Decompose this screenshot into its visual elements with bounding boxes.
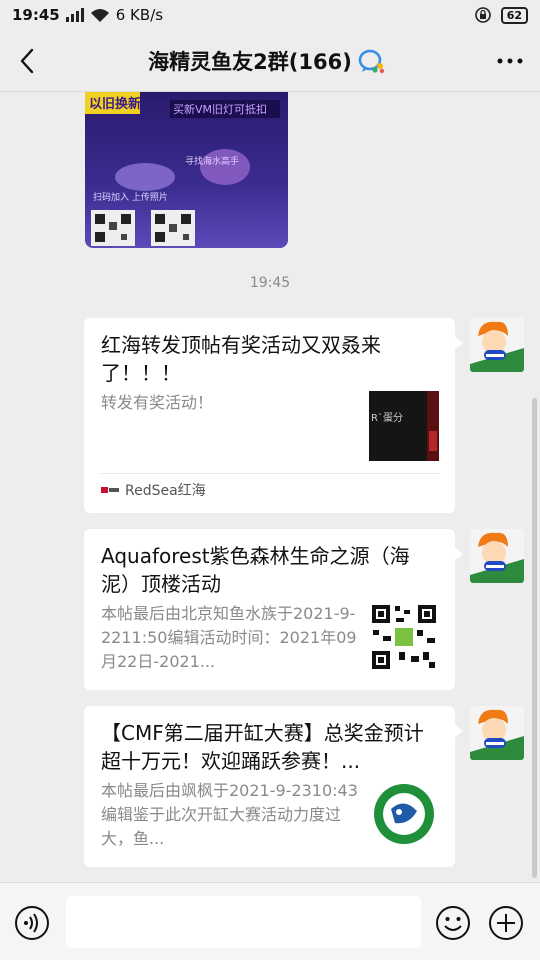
more-options-button[interactable]: [480, 30, 540, 92]
poster-line2-text: 寻找海水高手: [185, 155, 239, 167]
emoji-icon: [436, 906, 470, 940]
image-message[interactable]: 以旧换新 买新VM旧灯可抵扣 寻找海水高手 扫码加入 上传照片: [85, 92, 288, 248]
chat-header: 海精灵鱼友2群(166): [0, 30, 540, 92]
battery-indicator: 62: [500, 6, 528, 24]
voice-input-button[interactable]: [14, 905, 50, 945]
chat-title: 海精灵鱼友2群(166): [148, 49, 352, 74]
wifi-icon: [90, 8, 109, 22]
link-card-message[interactable]: 红海转发顶帖有奖活动又双叒来了！！！ 转发有奖活动！ R`蛋分 RedSea红海: [84, 318, 463, 513]
lock-rotation-icon: [474, 7, 491, 23]
chevron-left-icon: [20, 48, 34, 73]
emoji-button[interactable]: [435, 905, 471, 945]
back-button[interactable]: [0, 30, 54, 92]
sender-avatar[interactable]: [470, 706, 524, 760]
qr-code-thumbnail: [369, 602, 439, 672]
sender-avatar[interactable]: [470, 529, 524, 583]
network-speed: 6 KB/s: [115, 6, 164, 24]
poster-line1-text: 买新VM旧灯可抵扣: [173, 102, 267, 116]
card-title: 【CMF第二届开缸大赛】总奖金预计超十万元！欢迎踊跃参赛！...: [101, 721, 424, 773]
link-card-message[interactable]: 【CMF第二届开缸大赛】总奖金预计超十万元！欢迎踊跃参赛！... 本帖最后由飒枫…: [84, 706, 463, 867]
thumbnail-text: R`蛋分: [371, 412, 403, 424]
sender-avatar[interactable]: [470, 318, 524, 372]
card-thumbnail: R`蛋分: [369, 391, 439, 461]
scrollbar[interactable]: [532, 398, 537, 878]
card-title: Aquaforest紫色森林生命之源（海泥）顶楼活动: [101, 544, 410, 596]
poster-line3-text: 扫码加入 上传照片: [93, 191, 168, 203]
status-time: 19:45: [12, 6, 60, 24]
voice-icon: [15, 906, 49, 940]
card-description: 本帖最后由北京知鱼水族于2021-9-2211:50编辑活动时间：2021年09…: [101, 604, 357, 671]
card-description: 转发有奖活动！: [101, 393, 214, 412]
link-card-message[interactable]: Aquaforest紫色森林生命之源（海泥）顶楼活动 本帖最后由北京知鱼水族于2…: [84, 529, 463, 690]
avatar-image: [470, 318, 524, 372]
avatar-image: [470, 529, 524, 583]
poster-banner-text: 以旧换新: [89, 96, 141, 112]
input-bar: [0, 882, 540, 960]
more-functions-button[interactable]: [488, 905, 524, 945]
signal-icon: [65, 8, 84, 22]
group-chat-icon: [358, 49, 385, 73]
card-source-name: RedSea红海: [125, 483, 206, 499]
message-list[interactable]: 以旧换新 买新VM旧灯可抵扣 寻找海水高手 扫码加入 上传照片 19:45 红海…: [0, 92, 540, 882]
more-dots-icon: [497, 58, 523, 63]
redsea-logo-icon: [101, 487, 119, 493]
message-timestamp: 19:45: [249, 275, 291, 291]
avatar-image: [470, 706, 524, 760]
message-input[interactable]: [66, 896, 421, 948]
club-logo-thumbnail: [369, 779, 439, 849]
status-bar: 19:45 6 KB/s 62: [0, 0, 540, 30]
plus-icon: [489, 906, 523, 940]
card-source: RedSea红海: [101, 473, 439, 506]
card-description: 本帖最后由飒枫于2021-9-2310:43编辑鉴于此次开缸大赛活动力度过大，鱼…: [101, 781, 358, 848]
promo-poster-image: 以旧换新 买新VM旧灯可抵扣 寻找海水高手 扫码加入 上传照片: [85, 92, 288, 248]
card-title: 红海转发顶帖有奖活动又双叒来了！！！: [101, 333, 381, 385]
